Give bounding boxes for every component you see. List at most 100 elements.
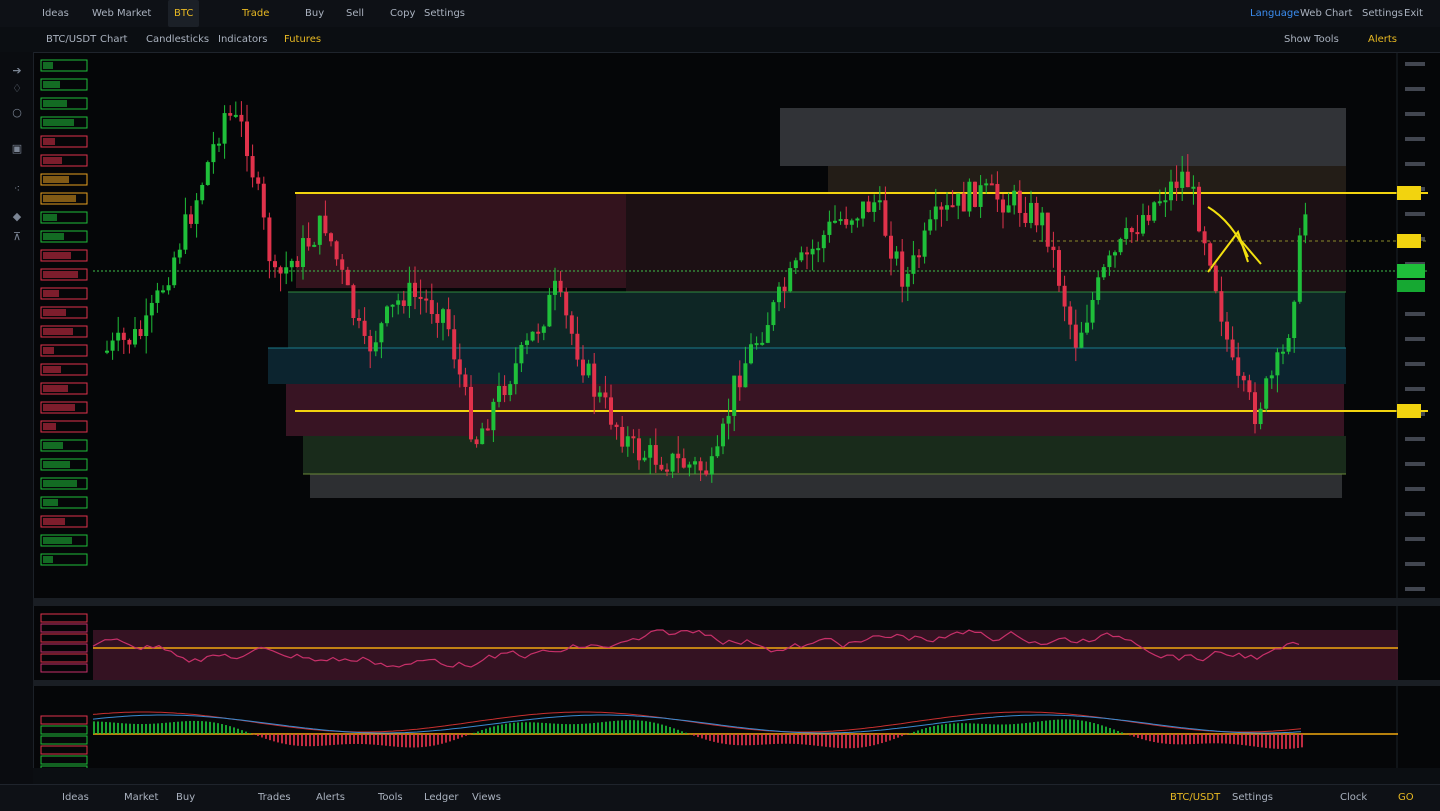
histogram-bar [157,723,159,734]
histogram-bar [845,734,847,748]
histogram-bar [917,730,919,734]
bottom-item[interactable]: Views [472,785,501,811]
candle-body [1242,376,1246,380]
candle-body [458,359,462,374]
ladder-cell-fill [43,138,55,145]
candle-body [279,267,283,273]
candle-body [648,445,652,458]
menu-item[interactable]: Settings [424,0,465,27]
candle-body [284,267,288,273]
histogram-bar [1113,729,1115,734]
menu-item-active[interactable]: BTC [168,0,199,27]
bottom-item-right[interactable]: Settings [1232,785,1273,811]
circle-icon[interactable]: ○ [10,106,24,120]
menu-item[interactable]: Ideas [42,0,69,27]
candle-body [413,283,417,297]
candle-body [1046,213,1050,247]
candle-body [671,454,675,472]
histogram-bar [637,720,639,734]
candle-body [402,300,406,306]
bottom-item[interactable]: Buy [176,785,195,811]
histogram-bar [933,726,935,734]
candle-body [351,285,355,318]
histogram-bar [357,734,359,744]
histogram-bar [553,724,555,734]
toolbar-item[interactable]: Candlesticks [146,27,209,52]
toolbar-item[interactable]: Futures [284,27,321,52]
text-icon[interactable]: ⊼ [10,230,24,244]
bottom-item[interactable]: Alerts [316,785,345,811]
toolbar-item-right[interactable]: Show Tools [1284,27,1339,52]
bottom-item[interactable]: Ideas [62,785,89,811]
histogram-bar [693,734,695,736]
histogram-bar [949,724,951,734]
candle-body [340,259,344,269]
histogram-bar [1013,724,1015,734]
histogram-bar [677,730,679,734]
menu-item[interactable]: Trade [242,0,269,27]
histogram-bar [909,733,911,734]
histogram-bar [513,723,515,734]
toolbar-item[interactable]: Indicators [218,27,267,52]
bottom-item[interactable]: Tools [378,785,403,811]
candle-body [1191,187,1195,189]
histogram-bar [1197,734,1199,744]
histogram-bar [1105,727,1107,734]
ladder-cell-fill [43,81,60,88]
histogram-bar [1001,724,1003,734]
candle-body [979,185,983,207]
histogram-bar [93,721,95,734]
axis-tick [1405,512,1425,516]
toolbar-item[interactable]: BTC/USDT [46,27,96,52]
ladder-cell-fill [43,100,67,107]
axis-tick [1405,462,1425,466]
scatter-icon[interactable]: ⁖ [10,182,24,196]
candle-body [1074,325,1078,348]
menu-item-right[interactable]: Web Chart [1300,0,1352,27]
histogram-bar [893,734,895,739]
histogram-bar [797,734,799,744]
bottom-item[interactable]: Ledger [424,785,459,811]
candle-body [1270,375,1274,378]
layers-icon[interactable]: ▣ [10,142,24,156]
menu-item[interactable]: Copy [390,0,415,27]
axis-tick [1405,387,1425,391]
menu-item-right[interactable]: Language [1250,0,1299,27]
zone-gray-top [780,108,1346,166]
bottom-item-right[interactable]: GO [1398,785,1414,811]
arrow-icon[interactable]: ➔ [10,64,24,78]
bottom-item[interactable]: Trades [258,785,291,811]
histogram-bar [1097,724,1099,734]
histogram-bar [973,723,975,734]
histogram-bar [717,734,719,743]
candle-body [1253,392,1257,424]
pin-icon[interactable]: ♢ [10,82,24,96]
candle-body [1124,228,1128,239]
histogram-bar [253,734,255,735]
symbol-label[interactable]: BTC/USDT [1170,785,1220,811]
candle-body [928,219,932,230]
candle-body [133,329,137,344]
menu-item[interactable]: Buy [305,0,324,27]
histogram-bar [433,734,435,746]
bottom-item[interactable]: Market [124,785,158,811]
ladder-cell-fill [43,537,72,544]
histogram-bar [405,734,407,747]
histogram-bar [1017,724,1019,734]
trading-chart[interactable] [33,52,1440,784]
menu-item[interactable]: Sell [346,0,364,27]
menu-item-right[interactable]: Exit [1404,0,1423,27]
histogram-bar [817,734,819,746]
toolbar-item-right[interactable]: Alerts [1368,27,1397,52]
menu-item-right[interactable]: Settings [1362,0,1403,27]
menu-item[interactable]: Web Market [92,0,151,27]
candle-body [934,207,938,220]
toolbar-item[interactable]: Chart [100,27,127,52]
ladder-cell-fill [43,271,78,278]
histogram-bar [1165,734,1167,744]
histogram-bar [573,724,575,734]
histogram-bar [701,734,703,738]
measure-icon[interactable]: ◆ [10,210,24,224]
candle-body [844,219,848,225]
candle-body [984,183,988,185]
